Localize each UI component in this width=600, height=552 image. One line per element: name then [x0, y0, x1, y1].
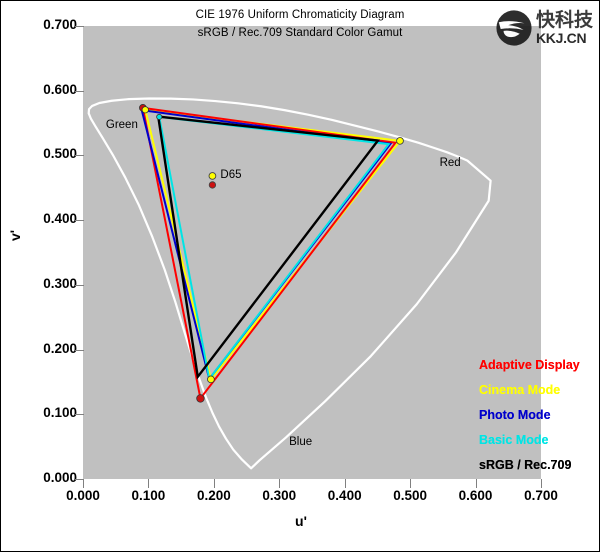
- y-tick-mark: [75, 220, 84, 222]
- y-tick-mark: [75, 26, 84, 27]
- x-tick-label: 0.600: [458, 488, 493, 503]
- x-tick-label: 0.500: [393, 488, 428, 503]
- legend-entry-4: sRGB / Rec.709: [479, 458, 572, 472]
- y-tick-label: 0.100: [43, 405, 77, 421]
- x-tick-mark: [475, 479, 477, 488]
- x-axis-tick-labels: 0.000 0.100 0.200 0.300 0.400 0.500 0.600 0.700: [1, 488, 600, 510]
- kkj-logo-icon: [496, 10, 532, 46]
- y-axis-tick-labels: 0.000 0.100 0.200 0.300 0.400 0.500 0.600 0.700: [15, 1, 77, 552]
- x-tick-mark: [83, 479, 84, 488]
- y-tick-mark: [75, 90, 84, 92]
- y-axis-title: v': [7, 229, 23, 241]
- locus-label-green: Green: [105, 119, 138, 132]
- x-tick-mark: [279, 479, 281, 488]
- x-tick-mark: [344, 479, 346, 488]
- chart-legend: Adaptive Display Cinema Mode Photo Mode Bas…: [479, 358, 600, 483]
- spectral-locus: [87, 97, 492, 470]
- y-tick-mark: [75, 349, 84, 351]
- x-tick-mark: [148, 479, 150, 488]
- watermark-text: 快科技 KKJ.CN: [535, 9, 593, 46]
- chromaticity-plot-svg: [87, 97, 492, 470]
- x-axis-title: u': [295, 513, 307, 529]
- y-tick-label: 0.300: [43, 275, 77, 291]
- x-tick-mark: [410, 479, 412, 488]
- legend-entry-0: Adaptive Display: [479, 358, 580, 372]
- white-point-label: D65: [220, 168, 242, 181]
- watermark: 快科技 KKJ.CN: [495, 7, 593, 49]
- y-tick-mark: [75, 284, 84, 286]
- gamut-triangles: [140, 106, 402, 401]
- locus-label-blue: Blue: [289, 436, 313, 449]
- plot-area: Green Red Blue D65 Adaptive Display Cinema …: [83, 26, 580, 479]
- y-tick-label: 0.500: [43, 146, 77, 162]
- x-tick-label: 0.000: [66, 488, 100, 503]
- x-tick-label: 0.300: [262, 488, 297, 503]
- watermark-english: KKJ.CN: [535, 30, 587, 46]
- x-tick-label: 0.700: [524, 488, 558, 503]
- y-tick-mark: [75, 414, 84, 416]
- white-point-marker: [208, 172, 217, 189]
- y-tick-label: 0.200: [43, 340, 77, 356]
- y-tick-label: 0.600: [43, 81, 77, 97]
- y-tick-mark: [75, 155, 84, 157]
- locus-label-red: Red: [439, 156, 461, 169]
- chart-container: 0.000 0.100 0.200 0.300 0.400 0.500 0.600 0.700…: [0, 0, 600, 552]
- x-tick-label: 0.100: [131, 488, 166, 503]
- watermark-chinese: 快科技: [535, 9, 593, 31]
- x-tick-mark: [213, 479, 215, 488]
- legend-entry-3: Basic Mode: [479, 433, 549, 447]
- legend-entry-2: Photo Mode: [479, 408, 551, 422]
- legend-entry-1: Cinema Mode: [479, 383, 561, 397]
- x-tick-label: 0.200: [196, 488, 231, 503]
- x-tick-mark: [541, 479, 542, 488]
- y-tick-label: 0.000: [43, 470, 77, 485]
- x-tick-label: 0.400: [327, 488, 362, 503]
- y-tick-label: 0.400: [43, 211, 77, 227]
